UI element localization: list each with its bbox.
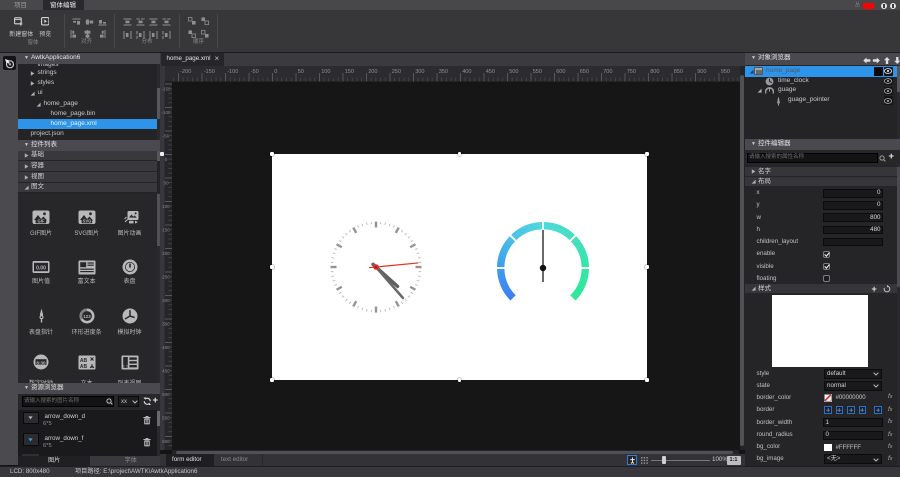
svg-text:100: 100 [321, 69, 330, 75]
svg-text:GIF: GIF [38, 218, 45, 223]
svg-text:AB: AB [80, 364, 88, 370]
svg-text:750: 750 [627, 69, 636, 75]
svg-text:900: 900 [697, 69, 706, 75]
svg-text:-150: -150 [204, 69, 215, 75]
svg-text:0: 0 [274, 69, 277, 75]
svg-text:-100: -100 [227, 69, 238, 75]
svg-text:450: 450 [486, 69, 495, 75]
svg-text:300: 300 [415, 69, 424, 75]
svg-text:123: 123 [83, 313, 91, 318]
svg-text:1 2: 1 2 [122, 363, 128, 368]
svg-text:0: 0 [165, 157, 168, 162]
svg-text:700: 700 [603, 69, 612, 75]
svg-text:-200: -200 [180, 69, 191, 75]
svg-text:0.00: 0.00 [36, 265, 46, 271]
svg-text:350: 350 [439, 69, 448, 75]
svg-text:850: 850 [674, 69, 683, 75]
svg-text:50: 50 [163, 181, 169, 186]
svg-text:500: 500 [509, 69, 518, 75]
svg-text:50: 50 [298, 69, 304, 75]
svg-text:SVG: SVG [82, 218, 91, 223]
svg-text:650: 650 [580, 69, 589, 75]
svg-text:950: 950 [721, 69, 730, 75]
svg-text:250: 250 [392, 69, 401, 75]
svg-text:8:30: 8:30 [36, 360, 46, 365]
svg-text:600: 600 [556, 69, 565, 75]
svg-text:150: 150 [345, 69, 354, 75]
svg-text:-50: -50 [251, 69, 259, 75]
svg-text:550: 550 [533, 69, 542, 75]
svg-text:800: 800 [650, 69, 659, 75]
svg-text:400: 400 [462, 69, 471, 75]
svg-text:200: 200 [368, 69, 377, 75]
